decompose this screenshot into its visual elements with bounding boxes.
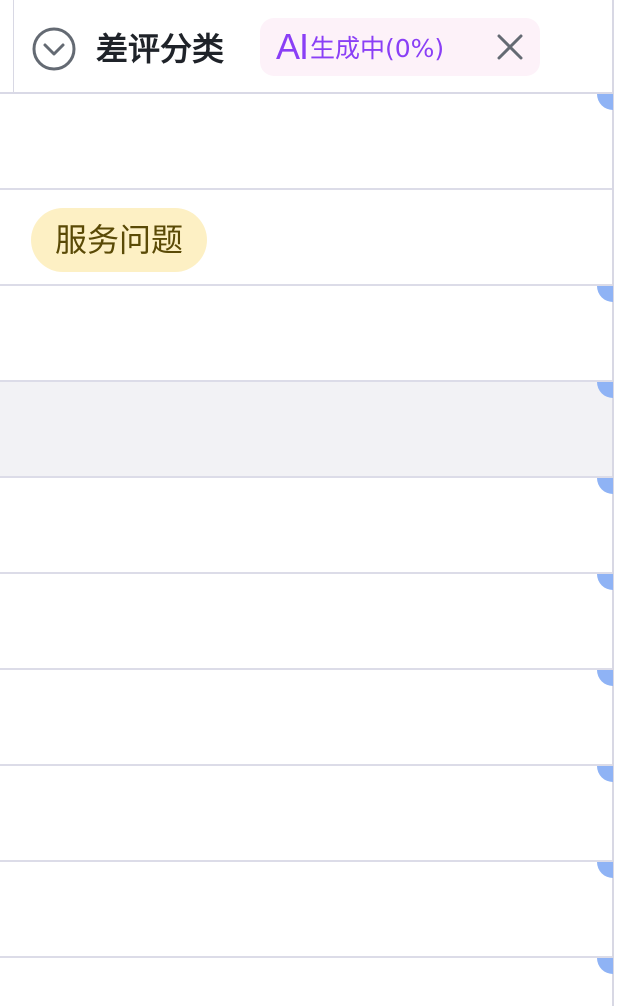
table-row[interactable]	[0, 574, 613, 670]
row-edge-marker	[597, 766, 613, 782]
table-row[interactable]	[0, 766, 613, 862]
row-edge-marker	[597, 958, 613, 974]
row-edge-marker	[597, 574, 613, 590]
column-title: 差评分类	[96, 30, 225, 68]
table-row[interactable]: 服务问题	[0, 190, 612, 286]
table-column: 差评分类 AI 生成中(0%) 服务问题	[0, 0, 630, 1006]
table-row[interactable]	[0, 958, 613, 1006]
table-row[interactable]	[0, 478, 613, 574]
table-row[interactable]	[0, 94, 613, 190]
right-column-border	[612, 0, 614, 1006]
chevron-down-circle-icon[interactable]	[31, 26, 77, 72]
column-header[interactable]: 差评分类 AI 生成中(0%)	[0, 0, 612, 94]
close-icon[interactable]	[494, 31, 526, 63]
row-edge-marker	[597, 382, 613, 398]
table-row[interactable]	[0, 382, 613, 478]
ai-progress-text: 生成中(0%)	[310, 34, 445, 63]
table-row[interactable]	[0, 286, 613, 382]
row-edge-marker	[597, 862, 613, 878]
row-edge-marker	[597, 286, 613, 302]
row-edge-marker	[597, 478, 613, 494]
row-edge-marker	[597, 670, 613, 686]
category-tag: 服务问题	[31, 208, 208, 272]
ai-generation-status: AI 生成中(0%)	[260, 18, 540, 76]
ai-logo-icon: AI	[276, 26, 309, 67]
row-edge-marker	[597, 94, 613, 110]
table-row[interactable]	[0, 670, 613, 766]
table-row[interactable]	[0, 862, 613, 958]
